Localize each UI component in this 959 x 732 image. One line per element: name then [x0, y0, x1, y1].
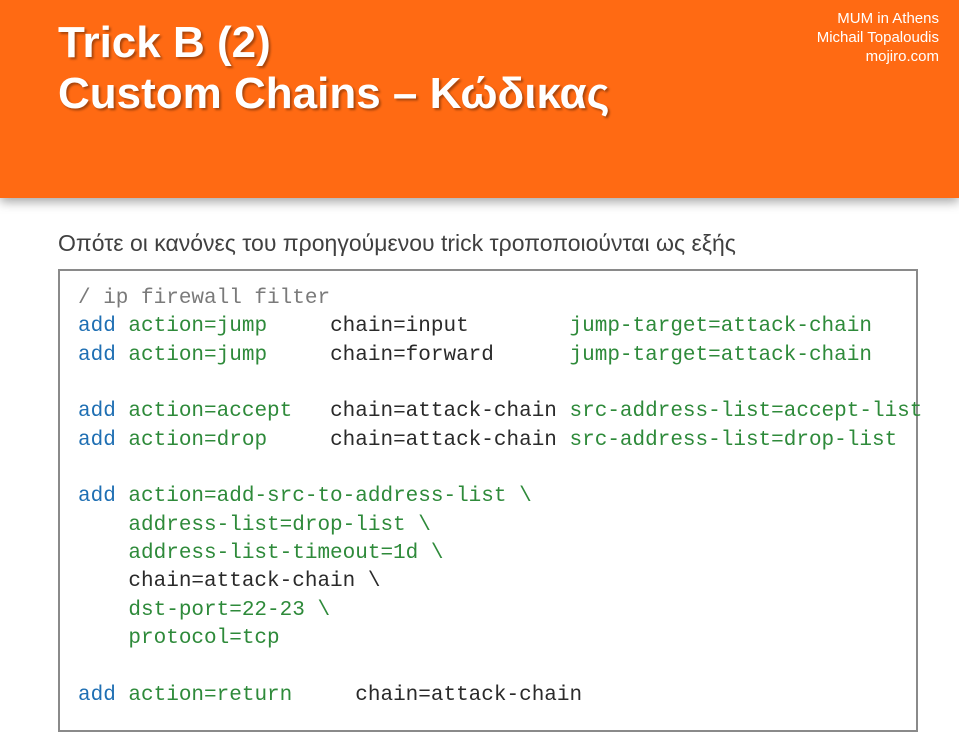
meta-line-event: MUM in Athens — [817, 10, 939, 29]
kw-add: add — [78, 684, 128, 707]
code-token: action=jump — [128, 344, 330, 367]
kw-add: add — [78, 315, 128, 338]
code-token: protocol=tcp — [78, 627, 280, 650]
content-area: Οπότε οι κανόνες του προηγούμενου trick … — [58, 230, 919, 732]
code-token: chain=attack-chain \ — [78, 570, 380, 593]
code-token: action=add-src-to-address-list \ — [128, 485, 531, 508]
code-comment: / ip firewall filter — [78, 287, 330, 310]
kw-add: add — [78, 429, 128, 452]
code-token: src-address-list=accept-list — [570, 400, 923, 423]
code-token: jump-target=attack-chain — [570, 344, 872, 367]
code-token: chain=input — [330, 315, 569, 338]
code-token: address-list-timeout=1d \ — [78, 542, 443, 565]
title-line-1: Trick B (2) — [58, 18, 609, 69]
code-token: src-address-list=drop-list — [570, 429, 898, 452]
code-token: chain=attack-chain — [355, 684, 582, 707]
slide-title: Trick B (2) Custom Chains – Κώδικας — [58, 18, 609, 119]
code-token: action=drop — [128, 429, 330, 452]
code-token: chain=attack-chain — [330, 400, 569, 423]
title-line-2: Custom Chains – Κώδικας — [58, 69, 609, 120]
kw-add: add — [78, 485, 128, 508]
code-token: jump-target=attack-chain — [570, 315, 872, 338]
meta-block: MUM in Athens Michail Topaloudis mojiro.… — [817, 10, 939, 66]
code-token: action=accept — [128, 400, 330, 423]
code-token: chain=attack-chain — [330, 429, 569, 452]
code-token: chain=forward — [330, 344, 569, 367]
code-token: action=return — [128, 684, 355, 707]
kw-add: add — [78, 400, 128, 423]
meta-line-site: mojiro.com — [817, 48, 939, 67]
kw-add: add — [78, 344, 128, 367]
code-token: dst-port=22-23 \ — [78, 599, 330, 622]
code-token: action=jump — [128, 315, 330, 338]
code-token: address-list=drop-list \ — [78, 514, 431, 537]
intro-text: Οπότε οι κανόνες του προηγούμενου trick … — [58, 230, 919, 257]
meta-line-author: Michail Topaloudis — [817, 29, 939, 48]
code-box: / ip firewall filter add action=jump cha… — [58, 269, 918, 732]
